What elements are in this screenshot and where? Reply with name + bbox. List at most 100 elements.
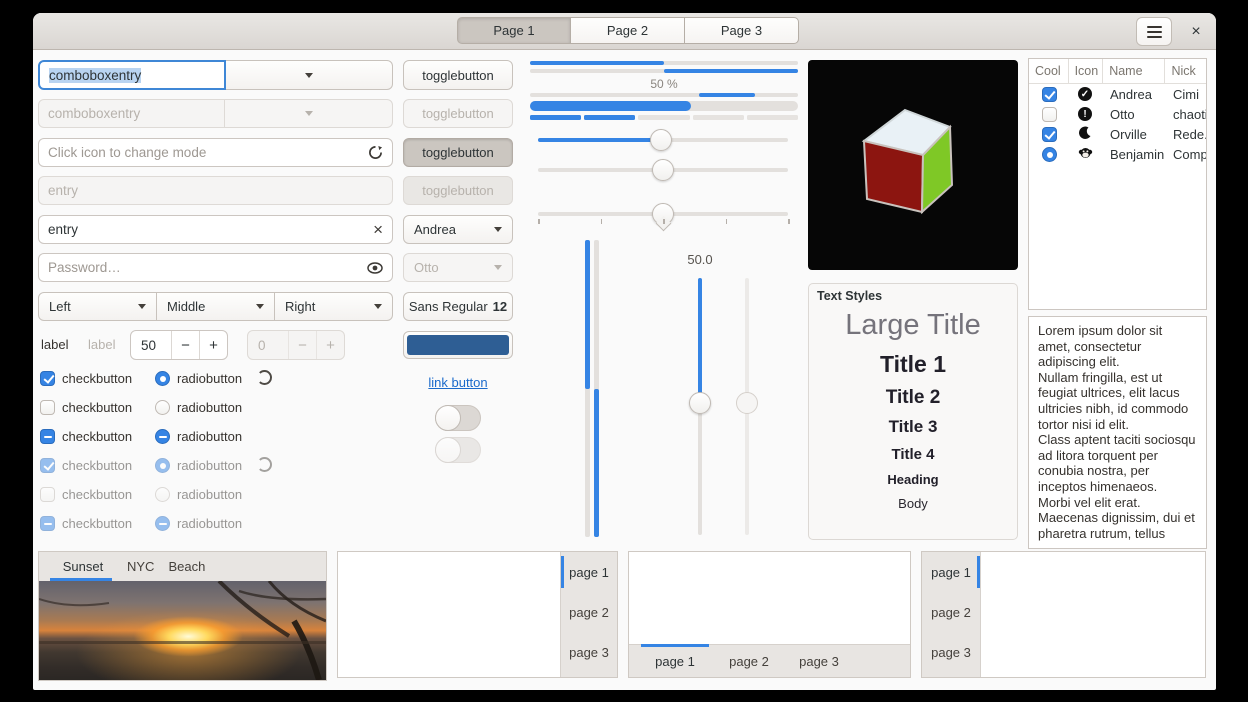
radio-selected-icon[interactable]	[155, 371, 170, 386]
spinbutton-value[interactable]: 50	[131, 331, 171, 359]
combobox-name[interactable]: Andrea	[403, 215, 513, 244]
radiobutton-mixed[interactable]: radiobutton	[155, 428, 242, 444]
dropdown-left[interactable]: Left	[38, 292, 157, 321]
tab-page-2[interactable]: Page 2	[571, 17, 685, 44]
eye-icon[interactable]	[367, 262, 383, 274]
slider-handle[interactable]	[650, 129, 672, 151]
gl-area	[808, 60, 1018, 270]
hscale-with-marks[interactable]	[538, 212, 788, 216]
font-size: 12	[493, 299, 507, 314]
table-row[interactable]: Orville Rede..	[1029, 124, 1206, 144]
tab-page-2[interactable]: page 2	[719, 645, 779, 677]
spin-plus-button[interactable]: +	[199, 331, 227, 359]
checkbox-checked-icon[interactable]	[1042, 127, 1057, 142]
spinbutton[interactable]: 50 − +	[130, 330, 228, 360]
refresh-icon[interactable]	[368, 145, 383, 160]
radiobutton-selected[interactable]: radiobutton	[155, 370, 242, 386]
entry-with-clear[interactable]: entry ×	[38, 215, 393, 244]
slider-handle[interactable]	[689, 392, 711, 414]
combobox-name-disabled: Otto	[403, 253, 513, 282]
radiobutton-selected-disabled: radiobutton	[155, 457, 242, 473]
checkbutton-unchecked[interactable]: checkbutton	[40, 399, 132, 415]
table-row[interactable]: Benjamin Comp	[1029, 144, 1206, 164]
color-button[interactable]	[403, 331, 513, 359]
checkbutton-mixed-disabled: checkbutton	[40, 515, 132, 531]
tab-sunset[interactable]: Sunset	[53, 559, 113, 574]
active-tab-indicator	[641, 644, 709, 647]
switch-off[interactable]	[435, 405, 481, 431]
checkbox-checked-icon[interactable]	[1042, 87, 1057, 102]
tab-page-1[interactable]: page 1	[641, 645, 709, 677]
column-header-icon[interactable]: Icon	[1069, 59, 1104, 83]
checkbox-checked-icon[interactable]	[40, 371, 55, 386]
entry-change-mode[interactable]: Click icon to change mode	[38, 138, 393, 167]
lorem-textview[interactable]: Lorem ipsum dolor sit amet, consectetur …	[1028, 316, 1207, 549]
link-button[interactable]: link button	[428, 375, 487, 390]
dropdown-middle[interactable]: Middle	[157, 292, 275, 321]
clear-icon[interactable]: ×	[373, 223, 383, 237]
togglebutton-active[interactable]: togglebutton	[403, 138, 513, 167]
radiobutton-unselected[interactable]: radiobutton	[155, 399, 242, 415]
togglebutton[interactable]: togglebutton	[403, 60, 513, 90]
notebook-tabs-bottom: page 1 page 2 page 3	[628, 551, 911, 678]
table-row[interactable]: ✓ Andrea Cimi	[1029, 84, 1206, 104]
linked-dropdowns: Left Middle Right	[38, 292, 393, 321]
progressbar-fill	[530, 101, 691, 111]
column-header-nick[interactable]: Nick	[1165, 59, 1206, 83]
slider-handle[interactable]	[652, 159, 674, 181]
radio-unselected-icon[interactable]	[155, 400, 170, 415]
checkbox-mixed-icon[interactable]	[40, 429, 55, 444]
tab-page-3[interactable]: page 3	[789, 645, 849, 677]
tree-nick: Rede..	[1167, 127, 1207, 142]
radio-selected-icon[interactable]	[1042, 147, 1057, 162]
close-button[interactable]: ×	[1183, 20, 1209, 44]
checkbutton-mixed[interactable]: checkbutton	[40, 428, 132, 444]
checkbutton-checked[interactable]: checkbutton	[40, 370, 132, 386]
comboboxentry-input[interactable]: comboboxentry	[38, 60, 226, 90]
dropdown-right[interactable]: Right	[275, 292, 393, 321]
notebook-tabs-right: page 1 page 2 page 3	[337, 551, 618, 678]
hscale-plain[interactable]	[538, 168, 788, 172]
password-field[interactable]: Password…	[38, 253, 393, 282]
tab-page-1[interactable]: page 1	[561, 552, 617, 592]
tree-name: Andrea	[1104, 87, 1167, 102]
tabstrip-bottom: page 1 page 2 page 3	[629, 644, 910, 677]
vscale-filled[interactable]	[698, 278, 702, 535]
chevron-down-icon	[138, 304, 146, 309]
color-swatch	[407, 335, 509, 355]
tab-beach[interactable]: Beach	[168, 559, 205, 574]
progressbar-activity	[530, 93, 798, 97]
checkbox-unchecked-icon[interactable]	[40, 400, 55, 415]
column-header-cool[interactable]: Cool	[1029, 59, 1069, 83]
paragraph: Maecenas dignissim, dui et pharetra rutr…	[1038, 510, 1197, 541]
hamburger-menu-button[interactable]	[1136, 17, 1172, 46]
column-header-name[interactable]: Name	[1103, 59, 1165, 83]
comboboxentry-dropdown-button[interactable]	[226, 60, 393, 90]
headerbar: Page 1 Page 2 Page 3 ×	[33, 13, 1216, 50]
label-disabled: label	[88, 337, 115, 352]
tab-page-2[interactable]: page 2	[561, 592, 617, 632]
cube-image	[808, 60, 1018, 270]
style-title-3: Title 3	[889, 417, 938, 437]
tab-page-3[interactable]: page 3	[561, 632, 617, 672]
spin-minus-button[interactable]: −	[171, 331, 199, 359]
tab-nyc[interactable]: NYC	[127, 559, 154, 574]
moon-icon	[1078, 126, 1092, 140]
exclamation-circle-icon: !	[1078, 107, 1092, 121]
radio-mixed-icon[interactable]	[155, 429, 170, 444]
text-styles-frame: Text Styles Large Title Title 1 Title 2 …	[808, 283, 1018, 540]
hscale-filled[interactable]	[538, 138, 788, 142]
gallery-tabbar: Sunset NYC Beach	[39, 552, 326, 581]
tab-page-1[interactable]: Page 1	[457, 17, 571, 44]
checkbox-unchecked-icon	[40, 487, 55, 502]
font-button[interactable]: Sans Regular12	[403, 292, 513, 321]
switch-knob[interactable]	[435, 405, 461, 431]
table-row[interactable]: ! Otto chaoti	[1029, 104, 1206, 124]
tab-page-2[interactable]: page 2	[922, 592, 980, 632]
checkbox-unchecked-icon[interactable]	[1042, 107, 1057, 122]
tab-page-1[interactable]: page 1	[922, 552, 980, 592]
comboboxentry-disabled: comboboxentry	[38, 99, 393, 128]
checkbutton-checked-disabled: checkbutton	[40, 457, 132, 473]
tab-page-3[interactable]: page 3	[922, 632, 980, 672]
tab-page-3[interactable]: Page 3	[685, 17, 799, 44]
